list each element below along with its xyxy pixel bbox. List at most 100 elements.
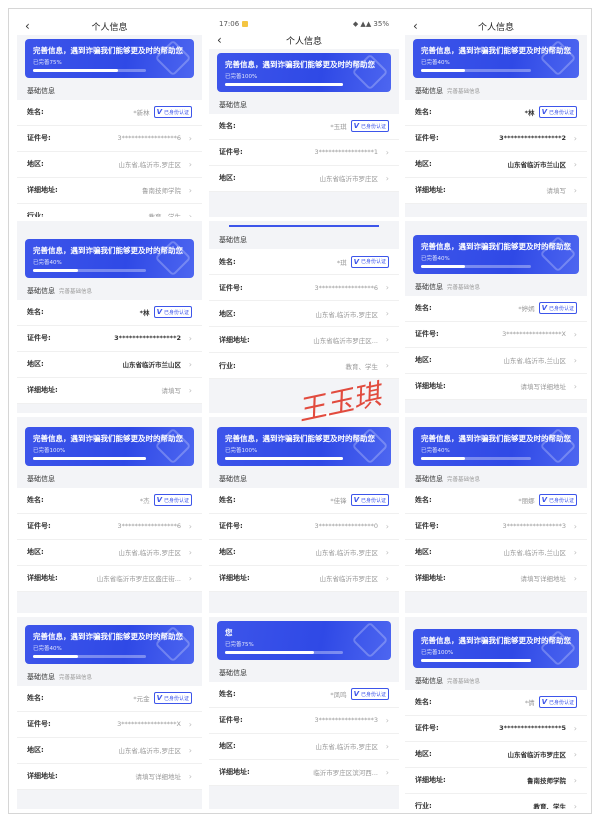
verified-badge: V 已身份认证 <box>350 688 389 700</box>
info-row[interactable]: 详细地址: 山东省临沂市罗庄区 › <box>209 566 399 592</box>
info-row[interactable]: 姓名: *林 V 已身份认证 <box>405 100 587 126</box>
info-list: 姓名: *新林 V 已身份认证证件号: 3*****************6 › 地区: 山… <box>17 99 202 218</box>
chevron-right-icon: › <box>188 159 192 169</box>
chevron-right-icon: › <box>188 547 192 557</box>
info-row[interactable]: 详细地址: 山东省临沂市罗庄区盛庄街... › <box>17 566 202 592</box>
info-row[interactable]: 详细地址: 鲁南技师学院 › <box>405 768 587 794</box>
info-row[interactable]: 姓名: *凤鸣 V 已身份认证 <box>209 682 399 708</box>
chevron-right-icon: › <box>385 283 389 292</box>
info-row[interactable]: 详细地址: 请填写详细地址 › <box>17 764 202 790</box>
progress-fill <box>421 457 465 460</box>
verified-check-icon: V <box>156 694 162 702</box>
info-row[interactable]: 姓名: *丽娜 V 已身份认证 <box>405 488 587 514</box>
section-heading: 基础信息 <box>219 100 247 109</box>
section-heading: 基础信息 <box>219 668 247 677</box>
section-subtitle: 完善基础信息 <box>447 88 481 95</box>
row-value: *倩 <box>524 699 535 707</box>
info-row[interactable]: 地区: 山东省,临沂市,罗庄区 › <box>209 301 399 327</box>
info-row[interactable]: 证件号: 3*****************1 › <box>209 140 399 166</box>
info-row[interactable]: 详细地址: 山东省临沂市罗庄区... › <box>209 327 399 353</box>
chevron-right-icon: › <box>385 147 389 157</box>
row-label: 证件号: <box>27 134 51 142</box>
info-row[interactable]: 证件号: 3*****************3 › <box>405 514 587 540</box>
info-row[interactable]: 地区: 山东省临沂市兰山区 › <box>17 352 202 378</box>
info-row[interactable]: 证件号: 3*****************2 › <box>17 326 202 352</box>
row-value: 3*****************2 <box>499 134 566 142</box>
screenshot-tile: 完善信息，遇到诈骗我们能够更及时的帮助您 已完善40% 基础信息 完善基础信息 姓名: *… <box>17 221 202 413</box>
verified-badge-label: 已身份认证 <box>548 305 574 312</box>
info-row[interactable]: 地区: 山东省,临沂市,兰山区 › <box>405 540 587 566</box>
info-row[interactable]: 详细地址: 鲁南技师学院 › <box>17 178 202 204</box>
info-row[interactable]: 地区: 山东省,临沂市,罗庄区 › <box>209 540 399 566</box>
row-label: 详细地址: <box>219 335 250 344</box>
info-row[interactable]: 证件号: 3*****************X › <box>405 322 587 348</box>
verified-check-icon: V <box>353 257 359 266</box>
back-chevron-icon[interactable]: ‹ <box>25 17 30 35</box>
info-row[interactable]: 姓名: *琪 V 已身份认证 <box>209 249 399 275</box>
row-label: 证件号: <box>219 283 243 292</box>
nav-bar: ‹ 个人信息 <box>209 31 399 49</box>
info-row[interactable]: 证件号: 3*****************2 › <box>405 126 587 152</box>
info-row[interactable]: 姓名: *杰 V 已身份认证 <box>17 488 202 514</box>
info-row[interactable]: 详细地址: 请填写 › <box>405 178 587 204</box>
row-value: 3*****************6 <box>117 134 181 142</box>
row-value: *杰 <box>139 497 150 505</box>
info-row[interactable]: 行业: 教育、学生 › <box>405 794 587 810</box>
info-row[interactable]: 姓名: *玉琪 V 已身份认证 <box>209 114 399 140</box>
row-value: 山东省,临沂市,罗庄区 <box>118 747 181 755</box>
chevron-right-icon: › <box>573 355 577 365</box>
info-row[interactable]: 证件号: 3*****************0 › <box>209 514 399 540</box>
row-value: 3*****************2 <box>114 334 181 342</box>
row-label: 地区: <box>27 746 44 754</box>
verified-check-icon: V <box>541 108 547 116</box>
info-row[interactable]: 姓名: *倩 V 已身份认证 <box>405 690 587 716</box>
chevron-right-icon: › <box>188 745 192 755</box>
info-row[interactable]: 姓名: *佳锋 V 已身份认证 <box>209 488 399 514</box>
page-title: 个人信息 <box>285 36 322 47</box>
screenshot-tile: 您已完善75% 基础信息 姓名: *凤鸣 V 已身份认证 证件号: 3************… <box>209 617 399 809</box>
info-row[interactable]: 详细地址: 请填写详细地址 › <box>405 566 587 592</box>
row-value: 请填写详细地址 <box>135 773 182 781</box>
row-label: 姓名: <box>219 257 236 266</box>
chevron-right-icon: › <box>188 719 192 729</box>
info-row[interactable]: 地区: 山东省,临沂市,罗庄区 › <box>17 540 202 566</box>
verified-badge-label: 已身份认证 <box>163 109 189 116</box>
info-row[interactable]: 地区: 山东省临沂市罗庄区 › <box>209 166 399 192</box>
info-row[interactable]: 详细地址: 临沂市罗庄区滨河西... › <box>209 760 399 786</box>
info-row[interactable]: 证件号: 3*****************5 › <box>405 716 587 742</box>
info-row[interactable]: 姓名: *林 V 已身份认证 <box>17 300 202 326</box>
info-row[interactable]: 证件号: 3*****************6 › <box>209 275 399 301</box>
row-value: 临沂市罗庄区滨河西... <box>313 769 378 777</box>
info-row[interactable]: 证件号: 3*****************6 › <box>17 514 202 540</box>
progress-track <box>33 269 146 272</box>
row-label: 详细地址: <box>415 574 446 582</box>
section-subtitle: 完善基础信息 <box>59 674 93 681</box>
row-value: 山东省,临沂市,罗庄区 <box>315 743 378 751</box>
row-label: 姓名: <box>27 308 44 316</box>
row-label: 证件号: <box>27 334 51 342</box>
info-row[interactable]: 地区: 山东省,临沂市,罗庄区 › <box>209 734 399 760</box>
info-row[interactable]: 证件号: 3*****************3 › <box>209 708 399 734</box>
verified-check-icon: V <box>353 690 359 698</box>
info-row[interactable]: 地区: 山东省,临沂市,罗庄区 › <box>17 738 202 764</box>
chevron-right-icon: › <box>385 715 389 725</box>
info-row[interactable]: 地区: 山东省,临沂市,兰山区 › <box>405 348 587 374</box>
info-row[interactable]: 证件号: 3*****************X › <box>17 712 202 738</box>
info-row[interactable]: 姓名: *新林 V 已身份认证 <box>17 100 202 126</box>
info-row[interactable]: 姓名: *婷嫣 V 已身份认证 <box>405 296 587 322</box>
progress-fill <box>225 651 314 654</box>
chevron-right-icon: › <box>573 329 577 339</box>
back-chevron-icon[interactable]: ‹ <box>413 17 418 35</box>
info-row[interactable]: 详细地址: 请填写详细地址 › <box>405 374 587 400</box>
row-value: 山东省,临沂市,罗庄区 <box>315 549 378 557</box>
back-chevron-icon[interactable]: ‹ <box>217 31 222 49</box>
row-label: 姓名: <box>27 108 44 116</box>
info-row[interactable]: 地区: 山东省,临沂市,罗庄区 › <box>17 152 202 178</box>
info-row[interactable]: 行业: 教育、学生 › <box>17 204 202 218</box>
info-row[interactable]: 详细地址: 请填写 › <box>17 378 202 404</box>
info-row[interactable]: 地区: 山东省临沂市罗庄区 › <box>405 742 587 768</box>
info-row[interactable]: 证件号: 3*****************6 › <box>17 126 202 152</box>
info-row[interactable]: 姓名: *元金 V 已身份认证 <box>17 686 202 712</box>
row-label: 地区: <box>27 160 44 168</box>
info-row[interactable]: 地区: 山东省临沂市兰山区 › <box>405 152 587 178</box>
